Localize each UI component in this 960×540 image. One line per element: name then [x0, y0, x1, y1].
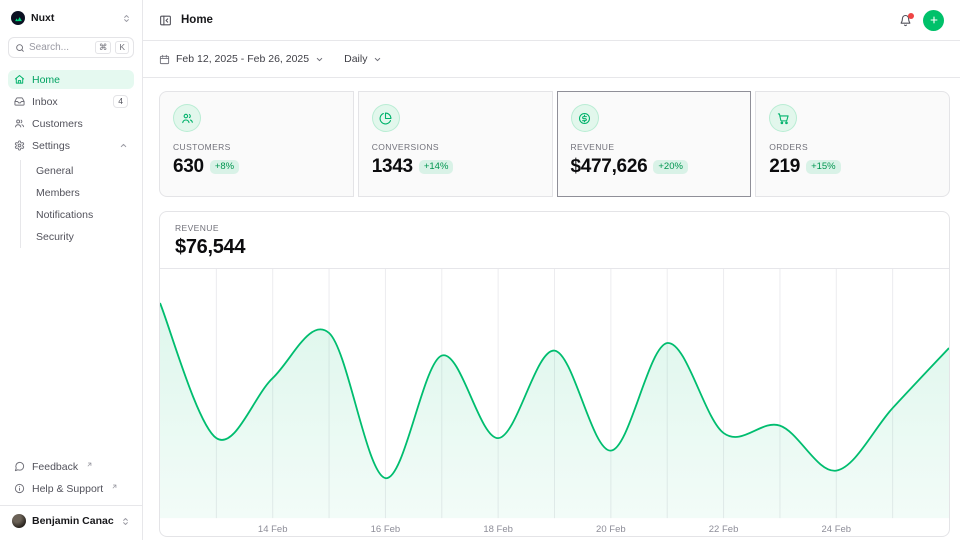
add-button[interactable]	[923, 10, 944, 31]
granularity-select[interactable]: Daily	[344, 53, 382, 65]
sidebar-item-home[interactable]: Home	[8, 70, 134, 89]
sidebar-item-label: Inbox	[32, 96, 58, 108]
inbox-count-badge: 4	[113, 95, 128, 108]
sidebar-item-general[interactable]: General	[21, 160, 134, 182]
sidebar-collapse-button[interactable]	[159, 14, 172, 27]
external-link-icon	[86, 461, 93, 468]
date-range-label: Feb 12, 2025 - Feb 26, 2025	[176, 53, 309, 65]
chevron-down-icon	[315, 55, 324, 64]
kbd-cmd: ⌘	[95, 41, 112, 54]
notification-dot	[908, 13, 914, 19]
workspace-selector[interactable]: Nuxt	[8, 9, 134, 27]
stat-label: CUSTOMERS	[173, 142, 340, 152]
sidebar-footer-links: Feedback Help & Support	[8, 457, 134, 498]
feedback-label: Feedback	[32, 461, 78, 473]
svg-text:14 Feb: 14 Feb	[258, 524, 288, 535]
stats-row: CUSTOMERS 630 +8% CONVERSIONS 1343 +14%	[159, 91, 950, 197]
inbox-icon	[14, 96, 25, 107]
stat-value: $477,626	[571, 156, 648, 178]
stat-delta-badge: +15%	[806, 160, 841, 175]
sidebar-item-settings[interactable]: Settings	[8, 136, 134, 155]
stat-label: ORDERS	[769, 142, 936, 152]
top-header: Home	[143, 0, 960, 41]
stat-delta-badge: +14%	[419, 160, 454, 175]
stat-value: 219	[769, 156, 800, 178]
chart-header: REVENUE $76,544	[160, 212, 949, 268]
search-placeholder: Search...	[29, 42, 91, 53]
chevron-down-icon	[373, 55, 382, 64]
sidebar-item-security[interactable]: Security	[21, 226, 134, 248]
avatar	[12, 514, 26, 528]
search-input[interactable]: Search... ⌘ K	[8, 37, 134, 58]
granularity-label: Daily	[344, 53, 367, 65]
sidebar-item-label: Home	[32, 74, 60, 86]
chat-bubble-icon	[14, 461, 25, 472]
notifications-button[interactable]	[899, 14, 912, 27]
pie-chart-icon	[372, 104, 400, 132]
svg-text:16 Feb: 16 Feb	[371, 524, 401, 535]
revenue-chart-card: REVENUE $76,544 14 Feb 16 Feb 18 Feb 20 Feb…	[159, 211, 950, 537]
plus-icon	[929, 15, 939, 25]
stat-label: REVENUE	[571, 142, 738, 152]
cart-icon	[769, 104, 797, 132]
svg-text:20 Feb: 20 Feb	[596, 524, 626, 535]
main-area: Home Feb 12, 2025 - Feb 26, 2025	[143, 0, 960, 540]
svg-text:22 Feb: 22 Feb	[709, 524, 739, 535]
kbd-k: K	[115, 41, 129, 54]
stat-card-customers[interactable]: CUSTOMERS 630 +8%	[159, 91, 354, 197]
chart-metric-value: $76,544	[175, 236, 934, 259]
panel-left-close-icon	[159, 14, 172, 27]
sidebar-spacer	[8, 248, 134, 457]
users-icon	[14, 118, 25, 129]
revenue-area-chart[interactable]: 14 Feb 16 Feb 18 Feb 20 Feb 22 Feb 24 Feb	[160, 268, 949, 536]
sidebar-item-members[interactable]: Members	[21, 182, 134, 204]
home-icon	[14, 74, 25, 85]
svg-text:24 Feb: 24 Feb	[821, 524, 851, 535]
sidebar-item-notifications[interactable]: Notifications	[21, 204, 134, 226]
calendar-icon	[159, 54, 170, 65]
sidebar-item-customers[interactable]: Customers	[8, 114, 134, 133]
sidebar-item-label: Customers	[32, 118, 83, 130]
chevrons-up-down-icon	[122, 14, 131, 23]
chevrons-up-down-icon	[121, 517, 130, 526]
gear-icon	[14, 140, 25, 151]
help-support-link[interactable]: Help & Support	[8, 479, 134, 498]
user-menu-button[interactable]: Benjamin Canac	[8, 506, 134, 532]
search-icon	[15, 43, 25, 53]
stat-card-revenue[interactable]: REVENUE $477,626 +20%	[557, 91, 752, 197]
settings-submenu: General Members Notifications Security	[20, 160, 134, 248]
svg-text:18 Feb: 18 Feb	[483, 524, 513, 535]
page-title: Home	[181, 14, 213, 26]
stat-card-conversions[interactable]: CONVERSIONS 1343 +14%	[358, 91, 553, 197]
date-range-picker[interactable]: Feb 12, 2025 - Feb 26, 2025	[159, 53, 324, 65]
sidebar-nav: Home Inbox 4 Customers Settings	[8, 70, 134, 248]
filters-toolbar: Feb 12, 2025 - Feb 26, 2025 Daily	[143, 41, 960, 78]
dollar-icon	[571, 104, 599, 132]
stat-value: 1343	[372, 156, 413, 178]
users-icon	[173, 104, 201, 132]
sidebar-item-inbox[interactable]: Inbox 4	[8, 92, 134, 111]
stat-value: 630	[173, 156, 204, 178]
app-root: Nuxt Search... ⌘ K Home	[0, 0, 960, 540]
help-support-label: Help & Support	[32, 483, 103, 495]
stat-card-orders[interactable]: ORDERS 219 +15%	[755, 91, 950, 197]
external-link-icon	[111, 483, 118, 490]
info-icon	[14, 483, 25, 494]
dashboard-content: CUSTOMERS 630 +8% CONVERSIONS 1343 +14%	[143, 78, 960, 540]
workspace-name: Nuxt	[31, 12, 54, 24]
stat-delta-badge: +8%	[210, 160, 239, 175]
feedback-link[interactable]: Feedback	[8, 457, 134, 476]
sidebar-item-label: Settings	[32, 140, 70, 152]
nuxt-logo-icon	[11, 11, 25, 25]
header-actions	[899, 10, 944, 31]
user-name: Benjamin Canac	[32, 515, 114, 527]
stat-delta-badge: +20%	[653, 160, 688, 175]
chevron-up-icon	[119, 141, 128, 150]
chart-metric-label: REVENUE	[175, 223, 934, 233]
stat-label: CONVERSIONS	[372, 142, 539, 152]
sidebar: Nuxt Search... ⌘ K Home	[0, 0, 143, 540]
